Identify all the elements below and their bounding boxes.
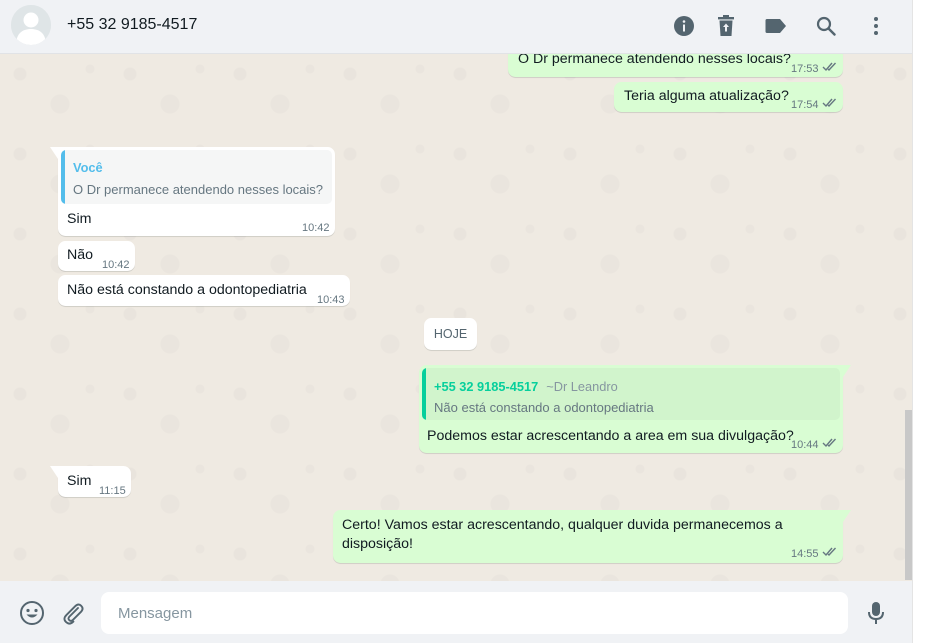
message-bubble-incoming[interactable]: Sim 11:15	[50, 466, 131, 497]
message-bubble-incoming[interactable]: Não 10:42	[58, 241, 135, 271]
bubble-tail	[843, 365, 851, 377]
quoted-message[interactable]: Você O Dr permanece atendendo nesses loc…	[61, 150, 332, 204]
message-list[interactable]: O Dr permanece atendendo nesses locais? …	[0, 54, 912, 581]
message-time: 10:43	[317, 294, 345, 306]
message-time: 10:42	[302, 222, 330, 234]
attach-icon[interactable]	[59, 599, 87, 627]
quote-author: +55 32 9185-4517 ~Dr Leandro	[434, 377, 618, 396]
chat-scrollbar[interactable]	[905, 410, 912, 580]
avatar[interactable]	[11, 5, 51, 45]
double-check-icon	[822, 436, 838, 455]
message-text: Não está constando a odontopediatria	[67, 282, 307, 298]
message-text: Podemos estar acrescentando a area em su…	[427, 428, 794, 444]
quote-text: O Dr permanece atendendo nesses locais?	[73, 182, 324, 197]
double-check-icon	[822, 545, 838, 564]
chat-header: +55 32 9185-4517	[0, 0, 912, 54]
message-text: Não	[67, 247, 94, 263]
search-icon[interactable]	[813, 13, 839, 39]
message-bubble-outgoing[interactable]: Certo! Vamos estar acrescentando, qualqu…	[333, 510, 851, 564]
message-bubble-outgoing[interactable]: +55 32 9185-4517 ~Dr Leandro Não está con…	[419, 365, 851, 455]
message-text: Sim	[67, 473, 92, 489]
message-text-line-1: Certo! Vamos estar acrescentando, qualqu…	[342, 517, 783, 533]
whatsapp-chat-window: +55 32 9185-4517 O Dr permanece atendend…	[0, 0, 912, 643]
message-time: 10:42	[102, 259, 130, 271]
quoted-message[interactable]: +55 32 9185-4517 ~Dr Leandro Não está con…	[422, 368, 840, 420]
message-bubble-outgoing[interactable]: Teria alguma atualização? 17:54	[614, 82, 843, 112]
double-check-icon	[822, 96, 838, 115]
message-text: O Dr permanece atendendo nesses locais?	[518, 54, 791, 67]
mic-icon[interactable]	[862, 599, 890, 627]
quote-bar	[61, 150, 65, 204]
double-check-icon	[822, 60, 838, 79]
delete-icon[interactable]	[713, 13, 739, 39]
menu-icon[interactable]	[863, 13, 889, 39]
message-meta: 17:54	[791, 96, 838, 115]
window-edge	[912, 0, 925, 643]
message-meta: 17:53	[791, 60, 838, 79]
date-separator: HOJE	[424, 318, 477, 350]
quote-author-number: +55 32 9185-4517	[434, 379, 539, 394]
contact-name[interactable]: +55 32 9185-4517	[67, 16, 197, 34]
message-input[interactable]	[101, 592, 848, 634]
message-meta: 10:44	[791, 436, 838, 455]
quote-author: Você	[73, 160, 103, 175]
label-icon[interactable]	[763, 13, 789, 39]
bubble-tail	[843, 510, 851, 522]
message-time: 10:44	[791, 439, 819, 451]
bubble-tail	[50, 147, 58, 159]
message-time: 17:53	[791, 63, 819, 75]
quote-author-pushname: ~Dr Leandro	[546, 379, 618, 394]
message-bubble-incoming[interactable]: Você O Dr permanece atendendo nesses loc…	[50, 147, 335, 236]
quote-text: Não está constando a odontopediatria	[434, 400, 654, 415]
message-text: Teria alguma atualização?	[624, 88, 789, 104]
emoji-icon[interactable]	[18, 599, 46, 627]
message-time: 11:15	[99, 485, 126, 497]
info-icon[interactable]	[671, 13, 697, 39]
bubble-tail	[50, 466, 58, 478]
quote-bar	[422, 368, 426, 420]
message-text: Sim	[67, 211, 92, 227]
message-time: 17:54	[791, 99, 819, 111]
message-composer	[0, 581, 912, 643]
message-text-line-2: disposição!	[342, 536, 413, 552]
message-bubble-outgoing[interactable]: O Dr permanece atendendo nesses locais? …	[508, 54, 843, 77]
message-time: 14:55	[791, 548, 819, 560]
default-avatar-icon	[11, 5, 51, 45]
message-meta: 14:55	[791, 545, 838, 564]
message-bubble-incoming[interactable]: Não está constando a odontopediatria 10:…	[58, 275, 350, 306]
